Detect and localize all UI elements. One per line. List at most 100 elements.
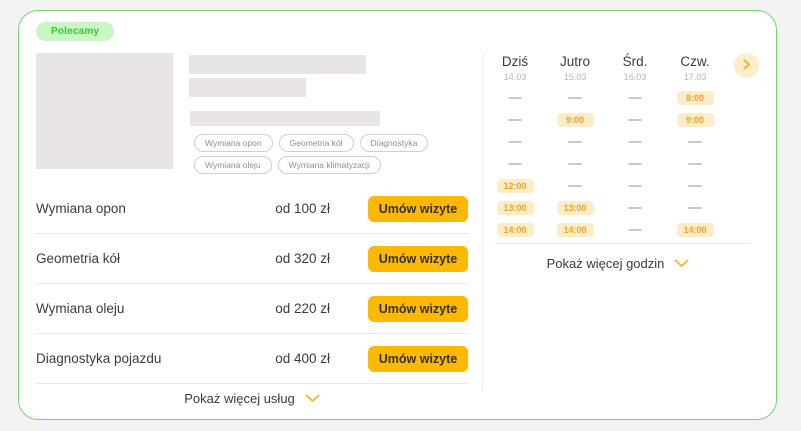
slot-cell: [605, 131, 665, 153]
book-visit-button[interactable]: Umów wizyte: [368, 246, 468, 272]
time-slot[interactable]: 14:00: [557, 223, 594, 237]
unavailable-slot-dash: [688, 207, 702, 209]
service-name: Wymiana opon: [36, 201, 250, 216]
slot-cell: [485, 153, 545, 175]
tag-diagnostyka[interactable]: Diagnostyka: [360, 134, 429, 152]
time-slot[interactable]: 13:00: [497, 201, 534, 215]
show-more-hours-button[interactable]: Pokaż więcej godzin: [485, 249, 751, 278]
service-tags: Wymiana opon Geometria kół Diagnostyka W…: [194, 134, 454, 174]
tag-geometria-kol[interactable]: Geometria kół: [279, 134, 354, 152]
unavailable-slot-dash: [568, 97, 582, 99]
time-slot-grid: 8:00 9:00 9:00 12:00 13:00 13:00 14:00 14:00 14:…: [485, 87, 725, 241]
slot-cell: [545, 175, 605, 197]
calendar-day-tomorrow: Jutro 15.03: [545, 54, 605, 82]
slot-cell: 9:00: [545, 109, 605, 131]
day-date: 15.03: [545, 72, 605, 82]
unavailable-slot-dash: [628, 229, 642, 231]
workshop-subtitle-placeholder: [189, 78, 306, 97]
services-list: Wymiana opon od 100 zł Umów wizyte Geome…: [36, 184, 468, 413]
slot-cell: 12:00: [485, 175, 545, 197]
slot-cell: [605, 109, 665, 131]
recommended-badge: Polecamy: [36, 22, 114, 41]
slot-cell: [545, 131, 605, 153]
slot-cell: [485, 87, 545, 109]
tag-wymiana-klimatyzacji[interactable]: Wymiana klimatyzacji: [278, 156, 381, 174]
service-row: Diagnostyka pojazdu od 400 zł Umów wizyt…: [36, 334, 468, 384]
slot-cell: [605, 219, 665, 241]
time-slot[interactable]: 12:00: [497, 179, 534, 193]
service-row: Geometria kół od 320 zł Umów wizyte: [36, 234, 468, 284]
vertical-divider: [482, 53, 483, 391]
time-slot[interactable]: 13:00: [557, 201, 594, 215]
book-visit-button[interactable]: Umów wizyte: [368, 196, 468, 222]
service-name: Wymiana oleju: [36, 301, 250, 316]
calendar-day-headers: Dziś 14.03 Jutro 15.03 Śrd. 16.03 Czw. 1…: [485, 54, 725, 82]
slot-cell: 14:00: [545, 219, 605, 241]
day-label: Śrd.: [605, 54, 665, 69]
slot-cell: [605, 87, 665, 109]
unavailable-slot-dash: [688, 141, 702, 143]
slot-cell: 14:00: [485, 219, 545, 241]
show-more-hours-label: Pokaż więcej godzin: [547, 256, 665, 271]
unavailable-slot-dash: [568, 163, 582, 165]
calendar-divider: [495, 243, 751, 244]
day-label: Dziś: [485, 54, 545, 69]
recommended-workshop-card: Polecamy Wymiana opon Geometria kół Diag…: [18, 10, 777, 420]
workshop-photo-placeholder: [36, 53, 173, 169]
slot-cell: [605, 153, 665, 175]
service-price: od 220 zł: [250, 301, 330, 316]
slot-cell: [665, 197, 725, 219]
day-label: Czw.: [665, 54, 725, 69]
next-days-button[interactable]: [734, 53, 759, 78]
workshop-address-placeholder: [190, 111, 380, 126]
service-price: od 400 zł: [250, 351, 330, 366]
service-row: Wymiana opon od 100 zł Umów wizyte: [36, 184, 468, 234]
unavailable-slot-dash: [508, 119, 522, 121]
time-slot[interactable]: 14:00: [677, 223, 714, 237]
unavailable-slot-dash: [568, 141, 582, 143]
unavailable-slot-dash: [508, 97, 522, 99]
show-more-services-label: Pokaż więcej usług: [184, 391, 295, 406]
time-slot[interactable]: 9:00: [557, 113, 594, 127]
slot-cell: 14:00: [665, 219, 725, 241]
service-price: od 100 zł: [250, 201, 330, 216]
time-slot[interactable]: 8:00: [677, 91, 714, 105]
unavailable-slot-dash: [508, 141, 522, 143]
slot-cell: [665, 175, 725, 197]
day-label: Jutro: [545, 54, 605, 69]
slot-cell: [545, 153, 605, 175]
unavailable-slot-dash: [508, 163, 522, 165]
book-visit-button[interactable]: Umów wizyte: [368, 296, 468, 322]
unavailable-slot-dash: [688, 185, 702, 187]
book-visit-button[interactable]: Umów wizyte: [368, 346, 468, 372]
unavailable-slot-dash: [568, 185, 582, 187]
day-date: 16.03: [605, 72, 665, 82]
slot-cell: [485, 109, 545, 131]
calendar-day-thursday: Czw. 17.03: [665, 54, 725, 82]
tag-wymiana-opon[interactable]: Wymiana opon: [194, 134, 273, 152]
chevron-right-icon: [743, 58, 751, 73]
unavailable-slot-dash: [628, 119, 642, 121]
chevron-down-icon: [305, 391, 320, 406]
tag-wymiana-oleju[interactable]: Wymiana oleju: [194, 156, 272, 174]
unavailable-slot-dash: [628, 163, 642, 165]
slot-cell: [605, 175, 665, 197]
slot-cell: [485, 131, 545, 153]
service-price: od 320 zł: [250, 251, 330, 266]
unavailable-slot-dash: [628, 141, 642, 143]
slot-cell: 9:00: [665, 109, 725, 131]
slot-cell: [665, 131, 725, 153]
service-name: Geometria kół: [36, 251, 250, 266]
show-more-services-button[interactable]: Pokaż więcej usług: [36, 384, 468, 413]
chevron-down-icon: [674, 256, 689, 271]
time-slot[interactable]: 9:00: [677, 113, 714, 127]
unavailable-slot-dash: [628, 185, 642, 187]
slot-cell: 13:00: [545, 197, 605, 219]
calendar-day-wednesday: Śrd. 16.03: [605, 54, 665, 82]
unavailable-slot-dash: [688, 163, 702, 165]
day-date: 14.03: [485, 72, 545, 82]
slot-cell: 13:00: [485, 197, 545, 219]
service-row: Wymiana oleju od 220 zł Umów wizyte: [36, 284, 468, 334]
unavailable-slot-dash: [628, 97, 642, 99]
time-slot[interactable]: 14:00: [497, 223, 534, 237]
